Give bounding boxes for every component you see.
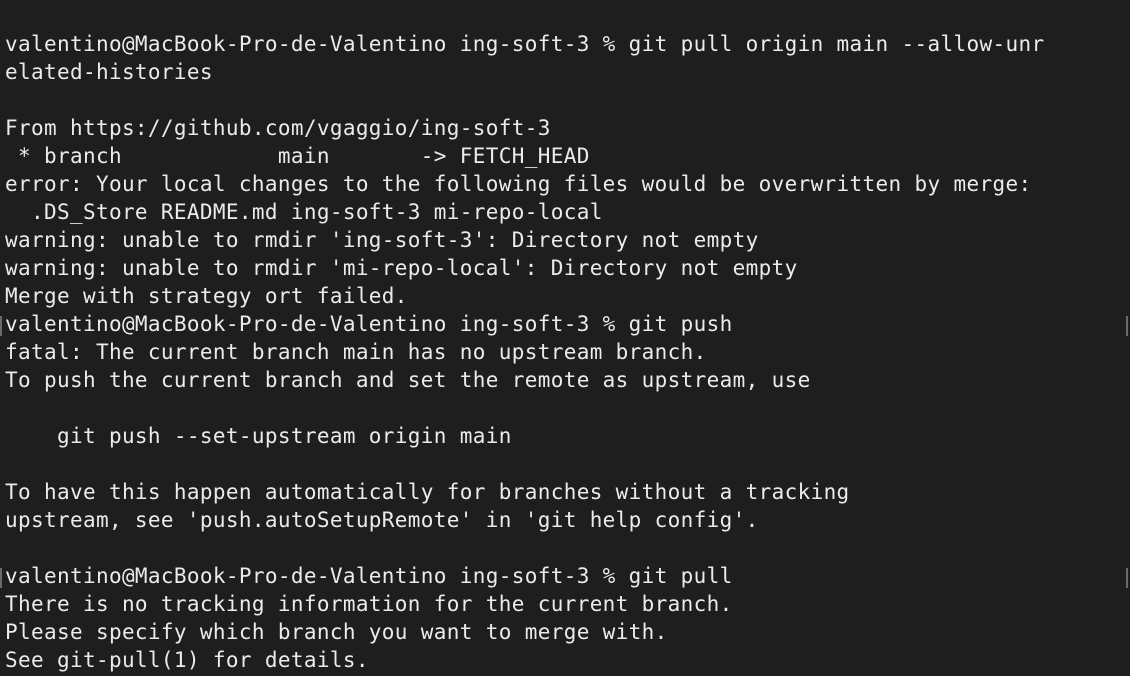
command-line-wrap: elated-histories xyxy=(5,60,213,84)
command-mark-left xyxy=(0,316,2,336)
output-line: From https://github.com/vgaggio/ing-soft… xyxy=(5,116,551,140)
output-line: * branch main -> FETCH_HEAD xyxy=(5,144,590,168)
output-line: To push the current branch and set the r… xyxy=(5,368,811,392)
terminal-window[interactable]: valentino@MacBook-Pro-de-Valentino ing-s… xyxy=(0,0,1130,676)
command-line: valentino@MacBook-Pro-de-Valentino ing-s… xyxy=(5,564,733,588)
warning-line: warning: unable to rmdir 'mi-repo-local'… xyxy=(5,256,798,280)
fatal-line: fatal: The current branch main has no up… xyxy=(5,340,707,364)
command-line: valentino@MacBook-Pro-de-Valentino ing-s… xyxy=(5,32,1045,56)
output-line: To have this happen automatically for br… xyxy=(5,480,850,504)
warning-line: warning: unable to rmdir 'ing-soft-3': D… xyxy=(5,228,759,252)
command-mark-left xyxy=(0,568,2,588)
output-line: Merge with strategy ort failed. xyxy=(5,284,408,308)
output-line: See git-pull(1) for details. xyxy=(5,648,369,672)
suggested-command-line: git push --set-upstream origin main xyxy=(5,424,512,448)
command-mark-right xyxy=(1126,316,1128,336)
output-line: There is no tracking information for the… xyxy=(5,592,733,616)
error-line: error: Your local changes to the followi… xyxy=(5,172,1032,196)
output-line: Please specify which branch you want to … xyxy=(5,620,668,644)
output-line: .DS_Store README.md ing-soft-3 mi-repo-l… xyxy=(5,200,603,224)
terminal-output: valentino@MacBook-Pro-de-Valentino ing-s… xyxy=(5,30,1130,674)
command-line: valentino@MacBook-Pro-de-Valentino ing-s… xyxy=(5,312,733,336)
command-mark-right xyxy=(1126,568,1128,588)
output-line: upstream, see 'push.autoSetupRemote' in … xyxy=(5,508,759,532)
